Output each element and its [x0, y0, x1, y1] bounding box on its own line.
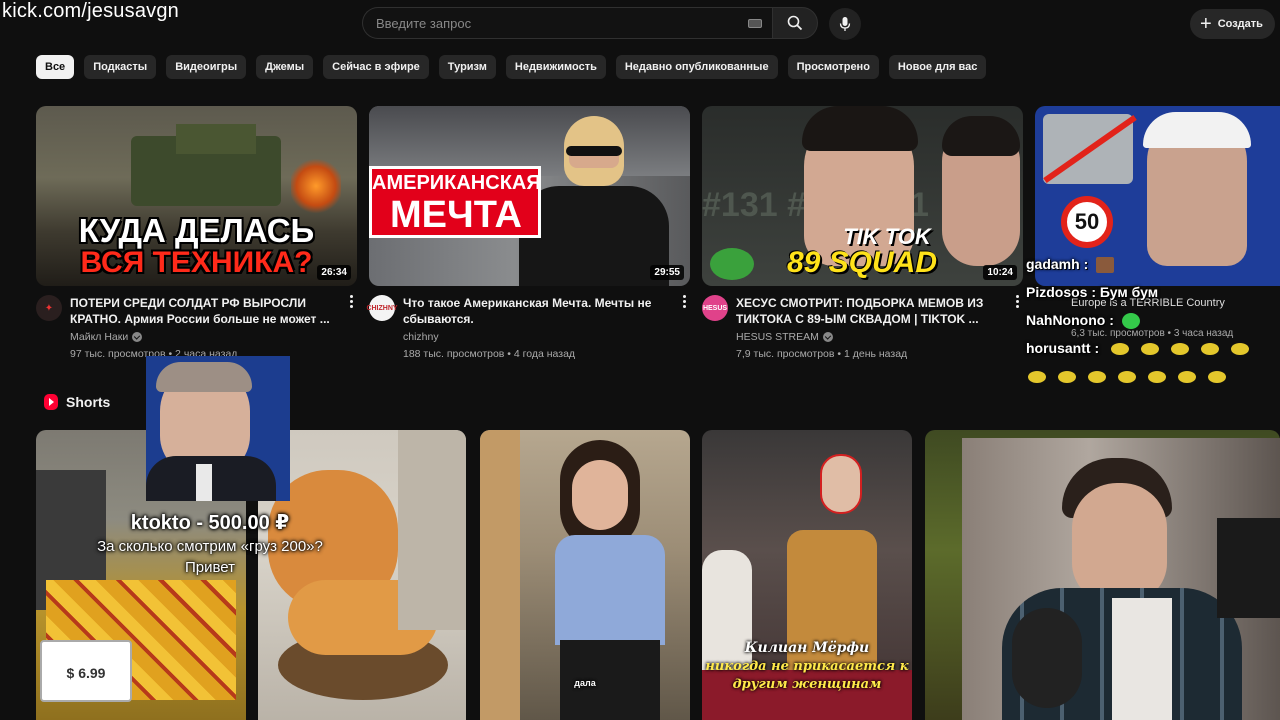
chip-recently-uploaded[interactable]: Недавно опубликованные — [615, 55, 778, 79]
chip-real-estate[interactable]: Недвижимость — [505, 55, 606, 79]
emote-icon — [1096, 257, 1115, 274]
emote-icon — [1178, 371, 1196, 384]
channel-name[interactable]: HESUS STREAM — [736, 331, 819, 343]
video-card[interactable]: АМЕРИКАНСКАЯ МЕЧТА 29:55 CHIZHNY Что так… — [366, 106, 690, 360]
streamer-webcam — [962, 438, 1280, 720]
plus-icon: + — [1200, 13, 1212, 35]
keyboard-icon[interactable] — [748, 19, 762, 28]
emote-icon — [1141, 343, 1159, 356]
emote-icon — [1231, 343, 1249, 356]
short-caption-line-1: Килиан Мёрфи — [744, 640, 870, 656]
chat-text: Бум бум — [1099, 284, 1159, 300]
video-stats: 7,9 тыс. просмотров • 1 день назад — [736, 348, 908, 360]
chat-username: gadamh : — [1026, 256, 1089, 272]
shorts-header: Shorts — [44, 394, 110, 410]
chip-new-to-you[interactable]: Новое для вас — [888, 55, 987, 79]
more-options-icon[interactable] — [350, 295, 353, 308]
video-title[interactable]: ПОТЕРИ СРЕДИ СОЛДАТ РФ ВЫРОСЛИ КРАТНО. А… — [70, 295, 332, 327]
emote-icon — [1171, 343, 1189, 356]
top-bar: + Создать — [0, 0, 1280, 48]
chip-videogames[interactable]: Видеоигры — [166, 55, 247, 79]
video-thumbnail[interactable]: #131 #13 #131 TIK TOK 89 SQUAD 10:24 — [702, 106, 1023, 286]
channel-name[interactable]: Майкл Наки — [70, 331, 128, 343]
chat-emote-row — [1028, 368, 1226, 384]
voice-search-button[interactable] — [829, 8, 861, 40]
thumb-headline-1: АМЕРИКАНСКАЯ — [372, 172, 541, 194]
video-duration: 10:24 — [983, 265, 1017, 280]
video-duration: 26:34 — [317, 265, 351, 280]
more-options-icon[interactable] — [1016, 295, 1019, 308]
speed-limit-sign: 50 — [1061, 196, 1113, 248]
thumb-headline-2: МЕЧТА — [390, 194, 522, 236]
emote-icon — [1111, 343, 1129, 356]
emote-icon — [1208, 371, 1226, 384]
stream-overlay-image — [146, 356, 290, 501]
create-label: Создать — [1217, 18, 1263, 30]
donation-alert: ktokto - 500.00 ₽ За сколько смотрим «гр… — [60, 510, 360, 577]
emote-icon — [1148, 371, 1166, 384]
shorts-icon — [44, 394, 58, 410]
chat-username: horusantt : — [1026, 340, 1100, 356]
price-tag: $ 6.99 — [40, 640, 132, 702]
chat-message: gadamh : — [1026, 256, 1115, 274]
verified-icon — [822, 332, 833, 342]
chat-message: Pizdosos : Бум бум — [1026, 284, 1158, 300]
chat-username: Pizdosos : — [1026, 284, 1097, 300]
more-options-icon[interactable] — [683, 295, 686, 308]
thumb-headline-1: КУДА ДЕЛАСЬ — [78, 212, 315, 249]
short-caption: дала — [574, 678, 596, 688]
chip-jams[interactable]: Джемы — [256, 55, 314, 79]
search-input[interactable] — [362, 7, 772, 39]
channel-avatar[interactable]: CHIZHNY — [366, 295, 398, 321]
donation-message-line-1: За сколько смотрим «груз 200»? — [97, 538, 323, 555]
short-caption-line-3: другим женщинам — [732, 677, 882, 692]
emote-icon — [1201, 343, 1219, 356]
channel-name[interactable]: chizhny — [403, 331, 439, 343]
emote-icon — [1118, 371, 1136, 384]
microphone-icon — [839, 17, 851, 31]
video-thumbnail[interactable]: АМЕРИКАНСКАЯ МЕЧТА 29:55 — [369, 106, 690, 286]
stream-chat-overlay: gadamh : Pizdosos : Бум бум NahNonono : … — [1022, 252, 1280, 387]
short-caption-line-2: никогда не прикасается к — [705, 659, 909, 674]
search-button[interactable] — [772, 7, 818, 39]
create-button[interactable]: + Создать — [1190, 9, 1275, 39]
filter-chips: Все Подкасты Видеоигры Джемы Сейчас в эф… — [36, 55, 987, 79]
search-bar — [362, 7, 818, 39]
short-card[interactable]: дала — [480, 430, 690, 720]
chip-watched[interactable]: Просмотрено — [787, 55, 879, 79]
chip-all[interactable]: Все — [36, 55, 75, 79]
donation-amount: ktokto - 500.00 ₽ — [130, 512, 290, 534]
chat-message: horusantt : — [1026, 340, 1249, 356]
emote-icon — [1088, 371, 1106, 384]
video-duration: 29:55 — [650, 265, 684, 280]
chat-message: NahNonono : — [1026, 312, 1140, 330]
video-card[interactable]: КУДА ДЕЛАСЬ ВСЯ ТЕХНИКА? 26:34 ✦ ПОТЕРИ … — [36, 106, 357, 360]
search-icon — [787, 15, 803, 31]
donation-message-line-2: Привет — [184, 559, 236, 576]
emote-icon — [1121, 313, 1140, 330]
chat-username: NahNonono : — [1026, 312, 1114, 328]
short-card[interactable]: Килиан Мёрфи никогда не прикасается к др… — [702, 430, 912, 720]
shorts-title: Shorts — [66, 394, 111, 410]
thumb-headline-2: ВСЯ ТЕХНИКА? — [80, 246, 313, 279]
video-thumbnail[interactable]: КУДА ДЕЛАСЬ ВСЯ ТЕХНИКА? 26:34 — [36, 106, 357, 286]
thumb-headline-2: 89 SQUAD — [786, 246, 938, 279]
verified-icon — [132, 332, 143, 342]
channel-avatar[interactable]: HESUS — [702, 295, 728, 321]
video-card[interactable]: #131 #13 #131 TIK TOK 89 SQUAD 10:24 HES… — [702, 106, 1023, 360]
emote-icon — [1028, 371, 1046, 384]
stream-watermark: kick.com/jesusavgn — [2, 0, 179, 22]
video-title[interactable]: Что такое Американская Мечта. Мечты не с… — [403, 295, 665, 327]
video-stats: 188 тыс. просмотров • 4 года назад — [403, 348, 576, 360]
channel-avatar[interactable]: ✦ — [36, 295, 62, 321]
chip-live[interactable]: Сейчас в эфире — [323, 55, 429, 79]
emote-icon — [1058, 371, 1076, 384]
video-title[interactable]: ХЕСУС СМОТРИТ: ПОДБОРКА МЕМОВ ИЗ ТИКТОКА… — [736, 295, 998, 327]
chip-tourism[interactable]: Туризм — [438, 55, 496, 79]
chip-podcasts[interactable]: Подкасты — [84, 55, 157, 79]
